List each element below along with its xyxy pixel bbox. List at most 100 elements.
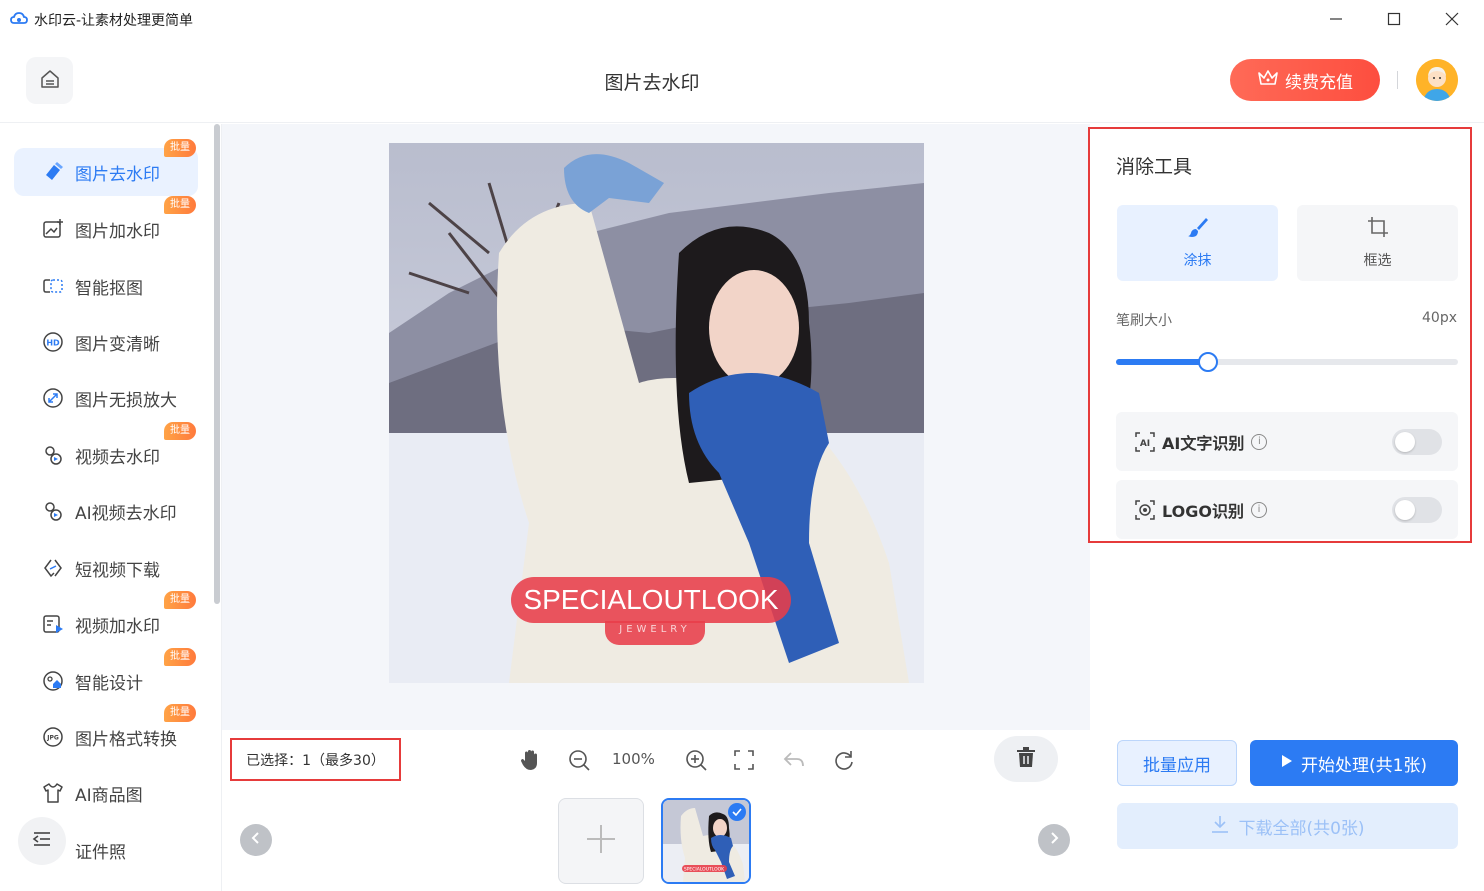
ai-text-recognition-label: AI文字识别 [1162, 433, 1245, 453]
sidebar-item-ai-product-image[interactable]: AI商品图 [14, 769, 198, 817]
box-select-mode-label: 框选 [1363, 253, 1392, 269]
video-eraser-icon [42, 444, 64, 466]
sidebar-item-label: AI视频去水印 [75, 503, 177, 524]
watermark-subtext: JEWELRY [605, 621, 705, 645]
sidebar-scrollbar[interactable] [214, 124, 220, 604]
brush-size-slider[interactable] [1116, 352, 1458, 372]
sidebar-item-smart-cutout[interactable]: 智能抠图 [14, 262, 198, 310]
hd-icon: HD [42, 331, 64, 353]
sidebar-item-label: 图片变清晰 [75, 334, 160, 355]
thumbnail-watermark: SPECIALOUTLOOK [684, 867, 725, 873]
maximize-icon[interactable] [1382, 8, 1406, 30]
renew-vip-button[interactable]: 续费充值 [1230, 59, 1380, 101]
download-all-label: 下载全部(共0张) [1238, 818, 1365, 839]
selection-count: 已选择：1（最多30） [230, 738, 401, 781]
zoom-in-icon[interactable] [683, 747, 709, 773]
batch-badge: 批量 [164, 591, 196, 609]
start-processing-button[interactable]: 开始处理(共1张) [1250, 740, 1458, 786]
add-image-button[interactable] [558, 798, 644, 884]
sidebar-item-image-enhance[interactable]: HD 图片变清晰 [14, 318, 198, 366]
eraser-icon [42, 161, 64, 183]
crown-icon [1257, 68, 1279, 93]
prev-image-button[interactable] [240, 824, 272, 856]
sidebar-item-smart-design[interactable]: 智能设计 批量 [14, 648, 198, 705]
sidebar-item-remove-video-watermark[interactable]: 视频去水印 批量 [14, 422, 198, 479]
delete-button[interactable] [994, 736, 1058, 782]
rotate-icon[interactable] [831, 747, 857, 773]
sidebar-item-short-video-download[interactable]: 短视频下载 [14, 544, 198, 592]
sidebar-item-add-image-watermark[interactable]: 图片加水印 批量 [14, 196, 198, 253]
title-bar: 水印云-让素材处理更简单 [0, 0, 1484, 38]
logo-recognition-toggle[interactable] [1392, 497, 1442, 523]
crop-icon [1367, 216, 1389, 242]
ai-text-recognition-row: AI AI文字识别 i [1116, 412, 1458, 471]
fullscreen-icon[interactable] [731, 747, 757, 773]
zoom-out-icon[interactable] [566, 747, 592, 773]
batch-apply-button[interactable]: 批量应用 [1117, 740, 1237, 786]
svg-text:JPG: JPG [46, 735, 59, 742]
start-processing-label: 开始处理(共1张) [1300, 755, 1428, 776]
header-divider [1397, 71, 1398, 89]
selected-check-icon [728, 803, 746, 821]
smear-mode-button[interactable]: 涂抹 [1117, 205, 1278, 281]
page-title: 图片去水印 [604, 72, 700, 94]
image-canvas[interactable]: SPECIALOUTLOOK JEWELRY [222, 124, 1090, 730]
avatar[interactable] [1416, 59, 1458, 101]
design-icon [42, 670, 64, 692]
batch-badge: 批量 [164, 422, 196, 440]
logo-detect-icon [1134, 499, 1156, 521]
edit-image[interactable]: SPECIALOUTLOOK JEWELRY [389, 143, 924, 683]
batch-badge: 批量 [164, 196, 196, 214]
play-icon [1281, 753, 1293, 773]
next-image-button[interactable] [1038, 824, 1070, 856]
image-add-icon [42, 218, 64, 240]
header: 图片去水印 续费充值 [0, 38, 1484, 123]
ai-text-recognition-toggle[interactable] [1392, 429, 1442, 455]
logo-recognition-row: LOGO识别 i [1116, 480, 1458, 539]
sidebar-item-remove-image-watermark[interactable]: 图片去水印 批量 [14, 139, 198, 196]
chevron-right-icon [1048, 831, 1060, 849]
link-icon [42, 557, 64, 579]
batch-badge: 批量 [164, 704, 196, 722]
info-icon[interactable]: i [1250, 501, 1267, 518]
sidebar-item-image-format-convert[interactable]: JPG 图片格式转换 批量 [14, 704, 198, 761]
cloud-logo-icon [10, 10, 28, 28]
hand-icon[interactable] [517, 747, 543, 773]
image-thumbnail[interactable]: SPECIALOUTLOOK [661, 798, 751, 884]
close-icon[interactable] [1440, 8, 1464, 30]
batch-badge: 批量 [164, 648, 196, 666]
sidebar-item-ai-video-watermark[interactable]: AI视频去水印 [14, 487, 198, 535]
sidebar-item-label: 视频去水印 [75, 447, 160, 468]
sidebar-collapse-button[interactable] [18, 817, 66, 865]
undo-icon[interactable] [781, 747, 807, 773]
sidebar-item-label: 智能设计 [75, 673, 143, 694]
app-title: 水印云-让素材处理更简单 [34, 13, 194, 29]
svg-text:HD: HD [46, 339, 60, 348]
download-all-button[interactable]: 下载全部(共0张) [1117, 803, 1458, 849]
download-icon [1210, 814, 1230, 839]
batch-badge: 批量 [164, 139, 196, 157]
enlarge-icon [42, 387, 64, 409]
sidebar-item-label: 图片格式转换 [75, 729, 177, 750]
plus-icon [585, 823, 617, 859]
logo-recognition-label: LOGO识别 [1162, 501, 1244, 521]
sidebar-item-label: 视频加水印 [75, 616, 160, 637]
renew-vip-label: 续费充值 [1285, 72, 1353, 93]
info-icon[interactable]: i [1251, 433, 1268, 450]
sidebar-item-label: AI商品图 [75, 785, 143, 806]
sidebar-item-label: 智能抠图 [75, 278, 143, 299]
watermark-overlay: SPECIALOUTLOOK [511, 577, 791, 623]
chevron-left-icon [250, 831, 262, 849]
sidebar-item-image-upscale[interactable]: 图片无损放大 [14, 374, 198, 422]
sidebar-item-label: 图片去水印 [75, 164, 160, 185]
brush-size-slider-fill [1116, 359, 1209, 365]
minimize-icon[interactable] [1324, 8, 1348, 30]
video-add-icon [42, 613, 64, 635]
brush-size-value: 40px [1422, 310, 1457, 326]
box-select-mode-button[interactable]: 框选 [1297, 205, 1458, 281]
sidebar-item-add-video-watermark[interactable]: 视频加水印 批量 [14, 591, 198, 648]
ai-text-icon: AI [1134, 431, 1156, 453]
ai-video-icon [42, 500, 64, 522]
sidebar: 图片去水印 批量 图片加水印 批量 智能抠图 HD 图片变清晰 图片无损放大 视… [0, 124, 222, 891]
svg-text:AI: AI [1140, 439, 1150, 449]
